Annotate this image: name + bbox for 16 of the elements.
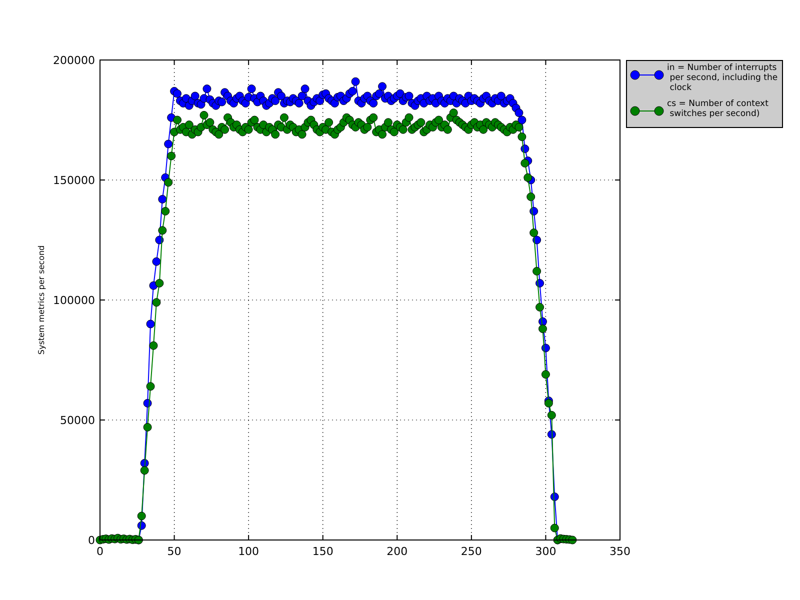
x-tick-label: 100 — [238, 545, 260, 558]
x-tick-label: 300 — [535, 545, 556, 558]
y-tick-label: 0 — [88, 534, 95, 547]
x-tick-label: 350 — [610, 545, 630, 558]
x-tick-label: 250 — [460, 545, 482, 558]
x-tick-label: 200 — [386, 545, 408, 558]
x-tick-label: 150 — [312, 545, 334, 558]
y-tick-label: 150000 — [53, 174, 95, 187]
y-tick-label: 100000 — [53, 294, 95, 307]
y-axis-label: System metrics per second — [37, 245, 46, 355]
y-tick-label: 200000 — [53, 54, 95, 67]
legend-label: cs = Number of context switches per second) — [667, 99, 768, 119]
x-tick-label: 50 — [167, 545, 182, 558]
legend-label: in = Number of interrupts per second, including the clock — [667, 63, 778, 93]
y-tick-label: 50000 — [60, 414, 95, 427]
x-tick-label: 0 — [96, 545, 104, 558]
